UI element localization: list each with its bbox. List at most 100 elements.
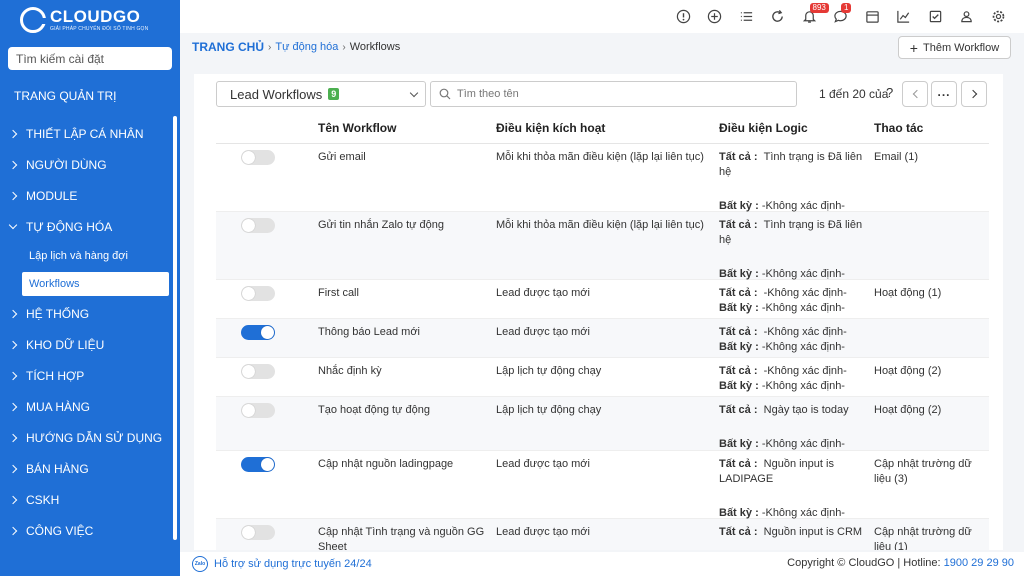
table-row[interactable]: Gửi email Mỗi khi thỏa mãn điều kiện (lặp… (216, 144, 989, 212)
sidebar-item-tasks[interactable]: CÔNG VIỆC (0, 515, 180, 546)
workflow-toggle[interactable] (241, 325, 275, 340)
workflow-toggle[interactable] (241, 150, 275, 165)
sidebar-item-users[interactable]: NGƯỜI DÙNG (0, 149, 180, 180)
more-button[interactable]: ... (931, 81, 957, 107)
calendar-icon[interactable] (857, 0, 889, 33)
next-page-button[interactable] (961, 81, 987, 107)
header-actions[interactable]: Thao tác (874, 121, 923, 135)
breadcrumb-current: Workflows (349, 41, 401, 53)
chevron-right-icon (8, 495, 18, 504)
workflow-name[interactable]: Cập nhật nguồn ladingpage (318, 457, 488, 472)
sidebar-item-module[interactable]: MODULE (0, 180, 180, 211)
workflow-logic: Tất cả : Ngày tạo is today Bất kỳ : -Khôn… (719, 403, 869, 452)
logic-all-value: -Không xác định- (763, 365, 847, 377)
workflow-name[interactable]: Gửi email (318, 150, 488, 165)
logic-all-label: Tất cả : (719, 151, 758, 163)
table-row[interactable]: Tạo hoạt động tự động Lập lịch tự động ch… (216, 397, 989, 451)
header-logic[interactable]: Điều kiện Logic (719, 121, 808, 135)
settings-search-input[interactable] (8, 47, 172, 70)
gear-icon[interactable] (983, 0, 1015, 33)
footer: Zalo Hỗ trợ sử dụng trực tuyến 24/24 Cop… (180, 552, 1024, 576)
table-row[interactable]: Cập nhật nguồn ladingpage Lead được tạo m… (216, 451, 989, 519)
logo[interactable]: CLOUDGO GIẢI PHÁP CHUYỂN ĐỔI SỐ TINH GỌN (0, 0, 180, 40)
workflow-toggle[interactable] (241, 525, 275, 540)
chevron-left-icon (912, 89, 921, 99)
workflow-name[interactable]: Tạo hoạt động tự động (318, 403, 488, 418)
list-icon[interactable] (731, 0, 763, 33)
chevron-down-icon (8, 220, 18, 230)
search-input[interactable] (457, 88, 787, 100)
workflow-toggle[interactable] (241, 457, 275, 472)
add-circle-icon[interactable] (699, 0, 731, 33)
sidebar-item-automation[interactable]: TỰ ĐỘNG HÓA (0, 211, 180, 242)
sidebar-subitem-scheduler[interactable]: Lập lịch và hàng đợi (0, 242, 180, 270)
breadcrumb-section[interactable]: Tự động hóa (275, 41, 338, 53)
header-name[interactable]: Tên Workflow (318, 121, 396, 135)
prev-page-button[interactable] (902, 81, 928, 107)
add-workflow-button[interactable]: + Thêm Workflow (898, 36, 1011, 59)
workflow-action: Hoạt động (2) (874, 404, 942, 416)
workflow-logic: Tất cả : Tình trạng is Đã liên hệ Bất kỳ … (719, 150, 869, 214)
count-badge: 9 (328, 88, 340, 100)
sidebar-item-label: MUA HÀNG (26, 399, 91, 414)
info-icon[interactable] (668, 0, 700, 33)
sidebar-subitem-workflows[interactable]: Workflows (22, 272, 169, 296)
more-icon: ... (937, 84, 951, 99)
logic-any-value: -Không xác định- (761, 302, 845, 314)
bell-icon[interactable]: 893 (794, 0, 829, 33)
sidebar-item-label: TỰ ĐỘNG HÓA (26, 219, 113, 234)
table-row[interactable]: Cập nhật Tình trạng và nguồn GG Sheet Lea… (216, 519, 989, 550)
workflow-name[interactable]: Nhắc định kỳ (318, 364, 488, 379)
sidebar-item-data-store[interactable]: KHO DỮ LIỆU (0, 329, 180, 360)
table-row[interactable]: Thông báo Lead mới Lead được tạo mới Tất c… (216, 319, 989, 358)
table-row[interactable]: Gửi tin nhắn Zalo tự động Mỗi khi thỏa mã… (216, 212, 989, 280)
logic-any-value: -Không xác định- (761, 507, 845, 519)
header-trigger[interactable]: Điều kiện kích hoạt (496, 121, 605, 135)
filter-row: Lead Workflows 9 1 đến 20 của ? ... (216, 81, 1003, 107)
workflow-name[interactable]: Cập nhật Tình trạng và nguồn GG Sheet (318, 525, 488, 550)
sidebar-item-sales[interactable]: BÁN HÀNG (0, 453, 180, 484)
chevron-right-icon (8, 464, 18, 473)
workflow-toggle[interactable] (241, 286, 275, 301)
chevron-right-icon (8, 433, 18, 442)
breadcrumb-home[interactable]: TRANG CHỦ (192, 40, 264, 54)
chat-icon[interactable]: 1 (825, 0, 857, 33)
sidebar-item-purchasing[interactable]: MUA HÀNG (0, 391, 180, 422)
table-row[interactable]: Nhắc định kỳ Lập lịch tự động chạy Tất cả … (216, 358, 989, 397)
sidebar-item-label: CSKH (26, 492, 60, 507)
sidebar-item-personal-settings[interactable]: THIẾT LẬP CÁ NHÂN (0, 118, 180, 149)
plus-icon: + (909, 39, 918, 56)
refresh-icon[interactable] (762, 0, 794, 33)
workflow-name[interactable]: Gửi tin nhắn Zalo tự động (318, 218, 488, 233)
sidebar-item-label: NGƯỜI DÙNG (26, 157, 107, 172)
logo-tagline: GIẢI PHÁP CHUYỂN ĐỔI SỐ TINH GỌN (50, 26, 149, 32)
help-icon[interactable]: ? (886, 85, 893, 100)
sidebar-item-system[interactable]: HỆ THỐNG (0, 298, 180, 329)
module-select-value: Lead Workflows (230, 86, 323, 102)
workflow-trigger: Lập lịch tự động chạy (496, 365, 602, 377)
sidebar-item-cskh[interactable]: CSKH (0, 484, 180, 515)
table-row[interactable]: First call Lead được tạo mới Tất cả : -Khô… (216, 280, 989, 319)
sidebar-scrollbar[interactable] (173, 116, 177, 540)
workflow-toggle[interactable] (241, 364, 275, 379)
task-check-icon[interactable] (920, 0, 952, 33)
chevron-right-icon (8, 340, 18, 349)
chart-icon[interactable] (888, 0, 920, 33)
workflow-toggle[interactable] (241, 218, 275, 233)
logic-all-label: Tất cả : (719, 526, 758, 538)
workflow-name[interactable]: Thông báo Lead mới (318, 325, 488, 340)
sidebar-item-guide[interactable]: HƯỚNG DẪN SỬ DỤNG (0, 422, 180, 453)
hotline-link[interactable]: 1900 29 29 90 (944, 557, 1014, 569)
module-select[interactable]: Lead Workflows 9 (216, 81, 426, 107)
support-link[interactable]: Hỗ trợ sử dụng trực tuyến 24/24 (214, 558, 372, 570)
logic-all-label: Tất cả : (719, 326, 758, 338)
workflow-card: Lead Workflows 9 1 đến 20 của ? ... Tên … (194, 74, 1003, 550)
workflow-action: Hoạt động (2) (874, 365, 942, 377)
sidebar-item-integration[interactable]: TÍCH HỢP (0, 360, 180, 391)
zalo-icon[interactable]: Zalo (192, 556, 208, 572)
workflow-toggle[interactable] (241, 403, 275, 418)
user-icon[interactable] (951, 0, 983, 33)
workflow-name[interactable]: First call (318, 286, 488, 301)
workflow-logic: Tất cả : -Không xác định- Bất kỳ : -Không… (719, 364, 869, 394)
admin-title: TRANG QUẢN TRỊ (14, 89, 117, 103)
